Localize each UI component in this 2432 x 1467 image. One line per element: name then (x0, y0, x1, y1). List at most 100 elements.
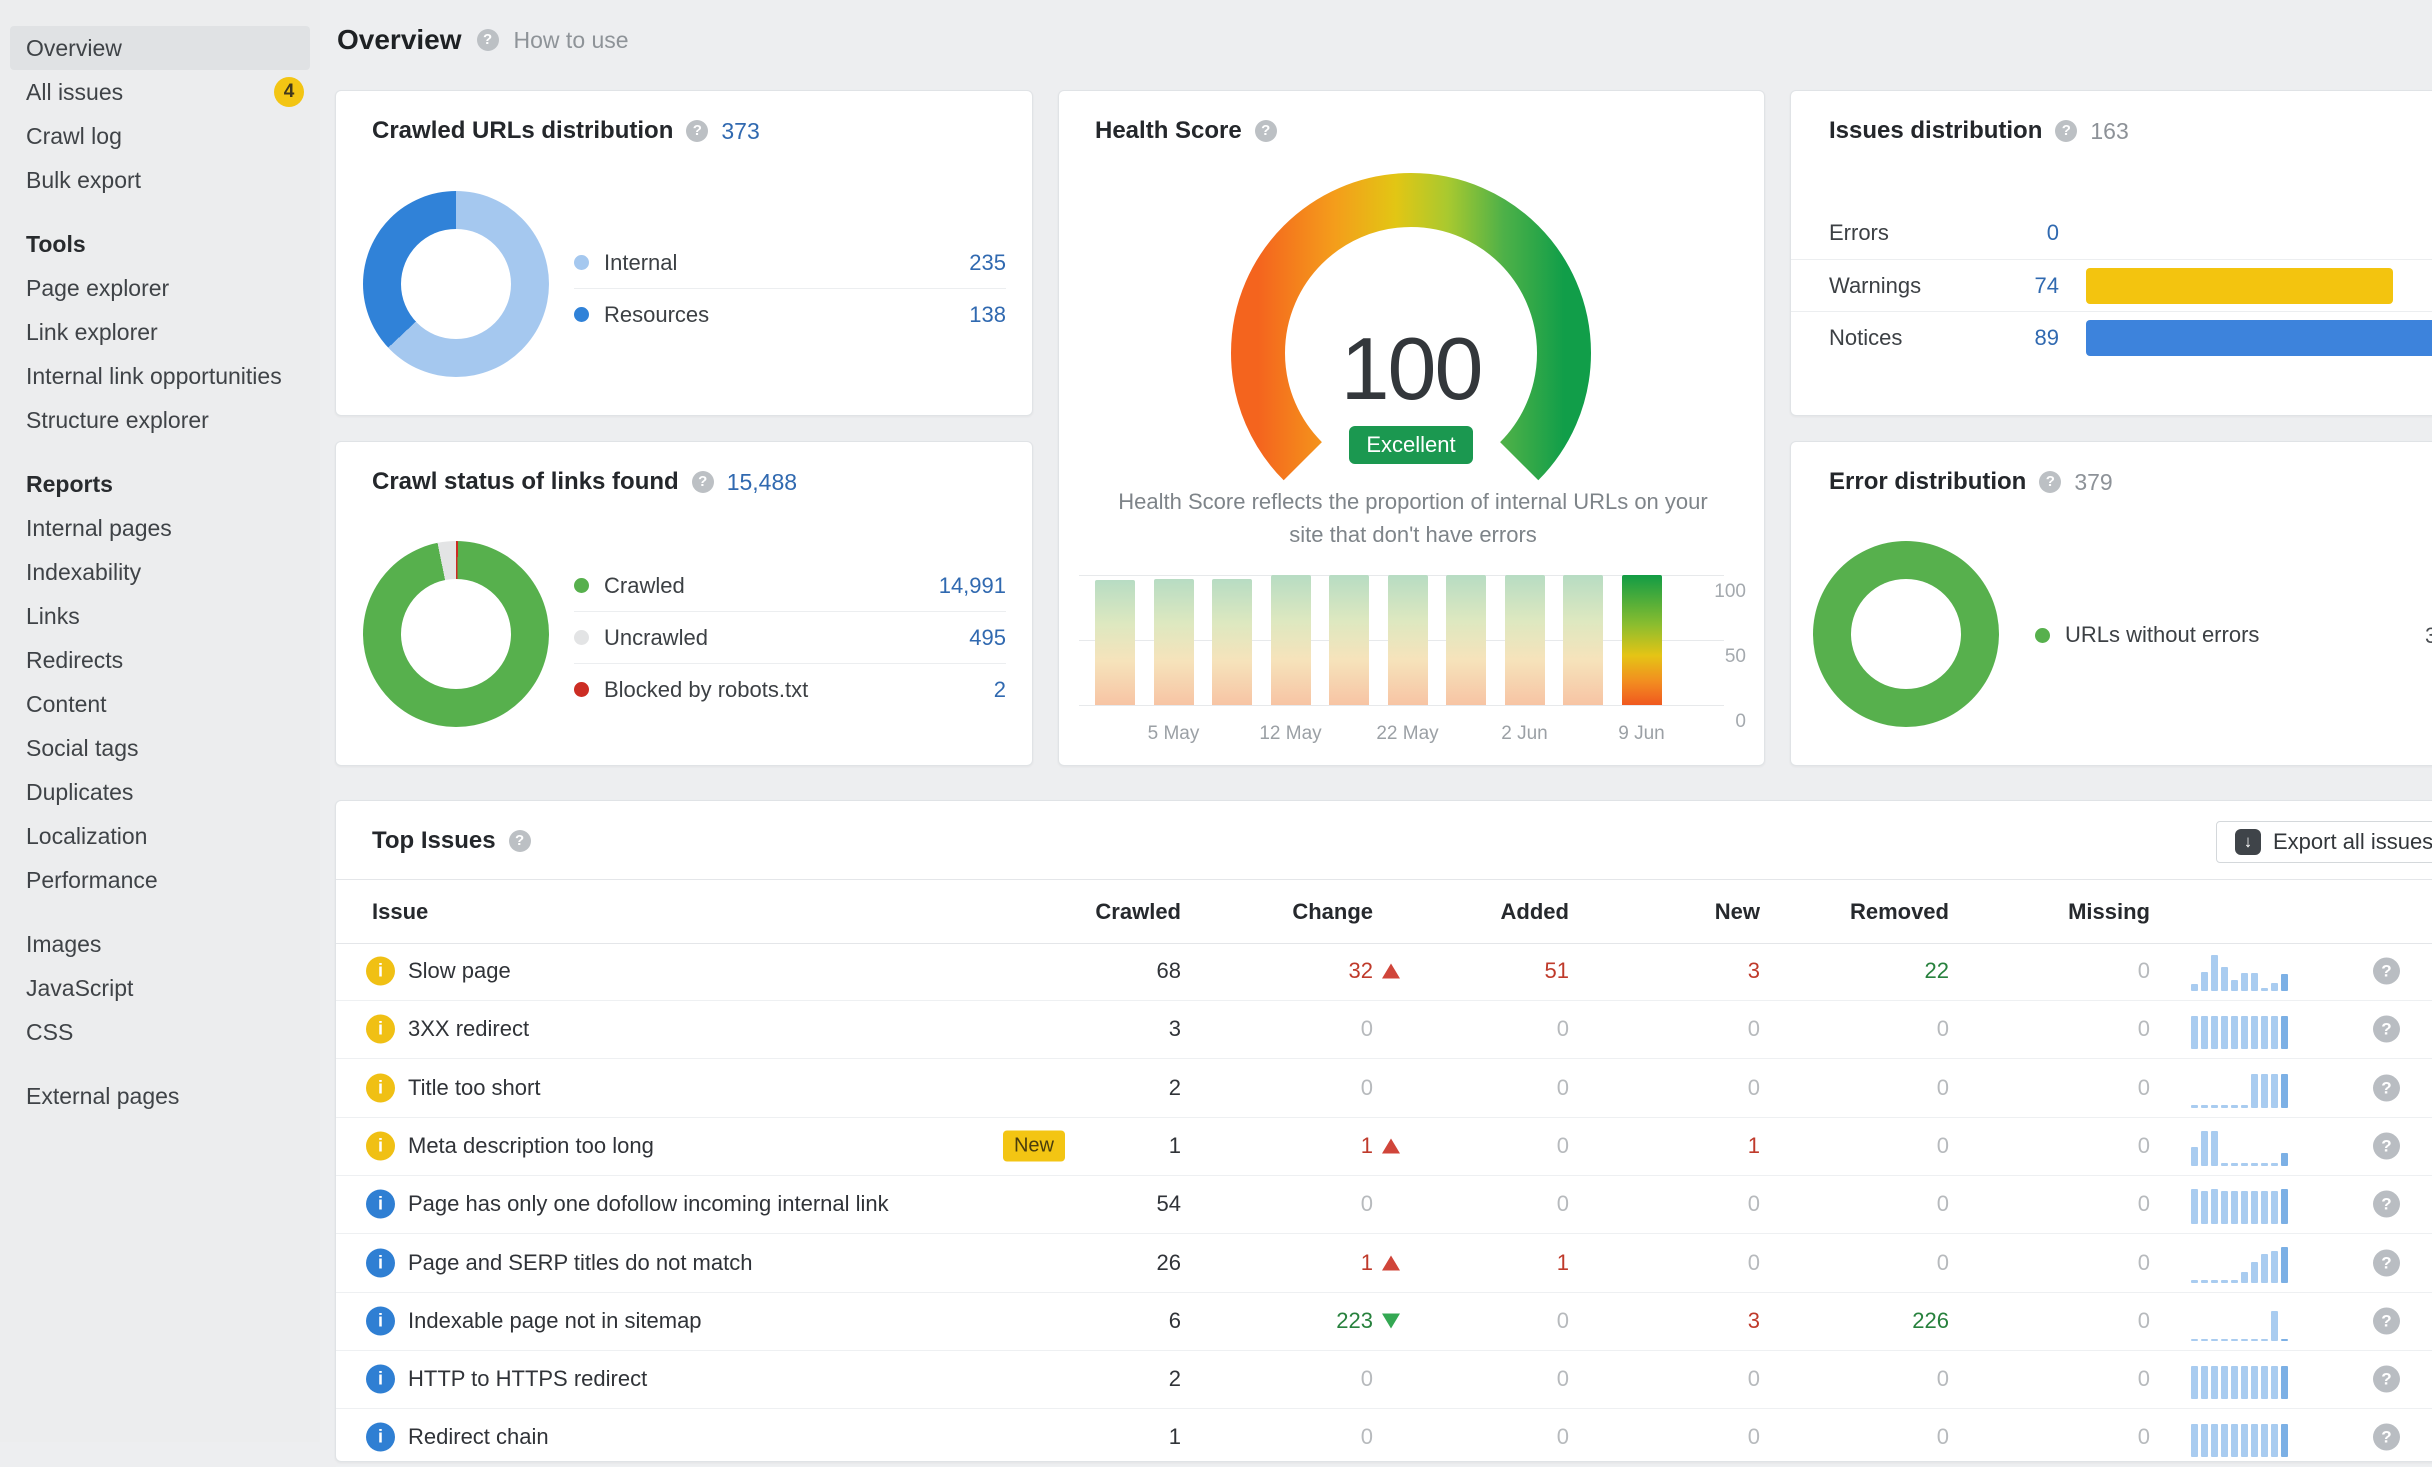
sidebar-item-javascript[interactable]: JavaScript (0, 966, 320, 1010)
sparkline-bar (2211, 1366, 2218, 1399)
distribution-value-link[interactable]: 0 (1941, 220, 2059, 246)
issues-distribution-card: Issues distribution ? 163 Errors0Warning… (1790, 90, 2432, 416)
how-to-use-link[interactable]: How to use (514, 27, 629, 54)
missing-count: 0 (2138, 1016, 2150, 1042)
card-title: Issues distribution (1829, 117, 2042, 145)
help-icon[interactable]: ? (686, 120, 708, 142)
sparkline-bar (2271, 1163, 2278, 1166)
issue-link[interactable]: Slow page (408, 958, 511, 984)
sparkline-bar (2261, 1074, 2268, 1108)
issue-row[interactable]: iPage has only one dofollow incoming int… (336, 1175, 2432, 1234)
sidebar-item-label: Bulk export (26, 167, 141, 193)
legend-value: 379 (2425, 623, 2432, 649)
sparkline-bar (2221, 1191, 2228, 1224)
issue-link[interactable]: 3XX redirect (408, 1016, 529, 1042)
help-icon[interactable]: ? (2373, 1366, 2400, 1393)
issue-row[interactable]: iTitle too short200000? (336, 1059, 2432, 1118)
crawled-urls-donut (363, 191, 549, 377)
distribution-value-link[interactable]: 74 (1941, 273, 2059, 299)
legend-value-link[interactable]: 235 (969, 250, 1006, 276)
distribution-label: Warnings (1829, 273, 1921, 299)
page-header: Overview ? How to use (337, 24, 629, 56)
help-icon[interactable]: ? (2055, 120, 2077, 142)
sparkline-bar (2281, 1016, 2288, 1049)
sparkline-bar (2241, 1163, 2248, 1166)
health-score-badge-wrap: Excellent (1191, 426, 1631, 464)
export-all-issues-button[interactable]: ↓ Export all issues (2216, 821, 2432, 863)
sparkline-bar (2261, 1163, 2268, 1166)
trend-bar (1271, 575, 1311, 705)
issue-row[interactable]: iHTTP to HTTPS redirect200000? (336, 1350, 2432, 1409)
help-icon[interactable]: ? (2373, 1191, 2400, 1218)
sparkline-bar (2281, 1074, 2288, 1108)
issue-row[interactable]: iMeta description too longNew110100? (336, 1117, 2432, 1176)
help-icon[interactable]: ? (2373, 1307, 2400, 1334)
help-icon[interactable]: ? (2039, 471, 2061, 493)
sparkline-bar (2201, 1131, 2208, 1166)
sparkline-bar (2241, 1366, 2248, 1399)
missing-count: 0 (2138, 1250, 2150, 1276)
sparkline-bar (2271, 1074, 2278, 1108)
new-count: 0 (1748, 1250, 1760, 1276)
sparkline (2191, 1068, 2293, 1108)
sidebar-item-performance[interactable]: Performance (0, 858, 320, 902)
help-icon[interactable]: ? (2373, 1074, 2400, 1101)
sidebar-item-localization[interactable]: Localization (0, 814, 320, 858)
sidebar-item-bulk-export[interactable]: Bulk export (0, 158, 320, 202)
issue-row[interactable]: iRedirect chain100000? (336, 1408, 2432, 1467)
crawled-count: 3 (1169, 1016, 1181, 1042)
issue-link[interactable]: Indexable page not in sitemap (408, 1308, 702, 1334)
trend-down-icon (1382, 1313, 1400, 1328)
help-icon[interactable]: ? (692, 471, 714, 493)
sidebar-item-link-explorer[interactable]: Link explorer (0, 310, 320, 354)
legend-value-link[interactable]: 138 (969, 302, 1006, 328)
sidebar-item-internal-pages[interactable]: Internal pages (0, 506, 320, 550)
sparkline-bar (2211, 1189, 2218, 1224)
legend-value-link[interactable]: 14,991 (939, 573, 1006, 599)
sparkline-bar (2281, 1153, 2288, 1166)
issue-link[interactable]: Redirect chain (408, 1424, 549, 1450)
health-score-value: 100 (1191, 319, 1631, 419)
issue-row[interactable]: iIndexable page not in sitemap6223032260… (336, 1292, 2432, 1351)
legend-value-link[interactable]: 2 (994, 677, 1006, 703)
sidebar-item-external-pages[interactable]: External pages (0, 1074, 320, 1118)
sidebar-item-content[interactable]: Content (0, 682, 320, 726)
issue-row[interactable]: iSlow page6832513220? (336, 942, 2432, 1001)
sidebar-item-duplicates[interactable]: Duplicates (0, 770, 320, 814)
issue-link[interactable]: HTTP to HTTPS redirect (408, 1366, 647, 1392)
sidebar-item-internal-link-opportunities[interactable]: Internal link opportunities (0, 354, 320, 398)
sidebar-item-social-tags[interactable]: Social tags (0, 726, 320, 770)
sparkline-bar (2241, 973, 2248, 991)
sidebar-item-css[interactable]: CSS (0, 1010, 320, 1054)
legend-value-link[interactable]: 495 (969, 625, 1006, 651)
issue-link[interactable]: Page has only one dofollow incoming inte… (408, 1191, 889, 1217)
distribution-value-link[interactable]: 89 (1941, 325, 2059, 351)
issue-link[interactable]: Meta description too long (408, 1133, 654, 1159)
help-icon[interactable]: ? (509, 830, 531, 852)
sidebar-item-overview[interactable]: Overview (10, 26, 310, 70)
added-count: 0 (1557, 1075, 1569, 1101)
issue-row[interactable]: iPage and SERP titles do not match261100… (336, 1234, 2432, 1293)
sidebar-item-page-explorer[interactable]: Page explorer (0, 266, 320, 310)
sidebar-item-redirects[interactable]: Redirects (0, 638, 320, 682)
help-icon[interactable]: ? (2373, 1424, 2400, 1451)
help-icon[interactable]: ? (2373, 1016, 2400, 1043)
sparkline-bar (2281, 1339, 2288, 1341)
crawl-status-total-link[interactable]: 15,488 (727, 469, 797, 496)
sidebar-item-indexability[interactable]: Indexability (0, 550, 320, 594)
distribution-row: Warnings 74 (1791, 259, 2432, 312)
sparkline-bar (2261, 1016, 2268, 1049)
sidebar-item-links[interactable]: Links (0, 594, 320, 638)
help-icon[interactable]: ? (2373, 1132, 2400, 1159)
help-icon[interactable]: ? (2373, 958, 2400, 985)
sidebar-item-structure-explorer[interactable]: Structure explorer (0, 398, 320, 442)
sidebar-item-crawl-log[interactable]: Crawl log (0, 114, 320, 158)
issue-link[interactable]: Page and SERP titles do not match (408, 1250, 752, 1276)
sidebar-item-images[interactable]: Images (0, 922, 320, 966)
help-icon[interactable]: ? (477, 29, 499, 51)
crawled-urls-total-link[interactable]: 373 (721, 118, 759, 145)
sidebar-item-all-issues[interactable]: All issues4 (0, 70, 320, 114)
help-icon[interactable]: ? (2373, 1249, 2400, 1276)
issue-link[interactable]: Title too short (408, 1075, 540, 1101)
issue-row[interactable]: i3XX redirect300000? (336, 1000, 2432, 1059)
